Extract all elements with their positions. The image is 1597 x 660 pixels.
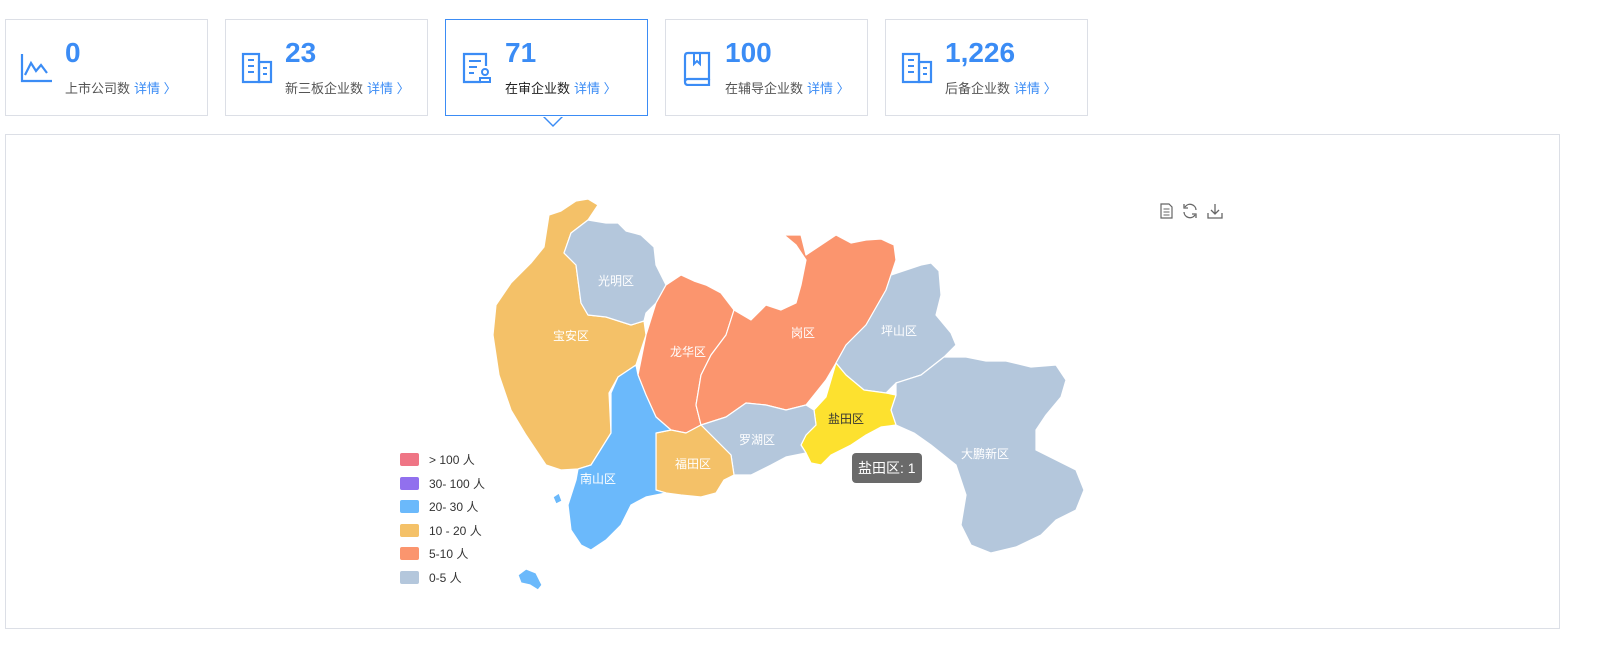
legend-swatch <box>400 547 419 560</box>
stat-count: 100 <box>725 37 772 68</box>
stat-count: 1,226 <box>945 37 1016 68</box>
stat-card-reserve[interactable]: 1,226 后备企业数 详情 〉 <box>885 19 1088 116</box>
stat-card-under-review[interactable]: 71 在审企业数 详情 〉 <box>445 19 648 116</box>
stat-label: 后备企业数 <box>945 81 1011 96</box>
stat-count: 0 <box>65 37 81 68</box>
stat-label: 上市公司数 <box>65 81 131 96</box>
island-small <box>552 492 563 505</box>
district-label: 福田区 <box>675 456 711 471</box>
building-icon <box>901 52 933 84</box>
district-label: 盐田区 <box>828 412 864 426</box>
stat-card-counseling[interactable]: 100 在辅导企业数 详情 〉 <box>665 19 868 116</box>
legend-swatch <box>400 500 419 513</box>
stat-count: 23 <box>285 37 317 68</box>
stat-card-neeq[interactable]: 23 新三板企业数 详情 〉 <box>225 19 428 116</box>
legend-swatch <box>400 523 419 537</box>
stat-count: 71 <box>505 37 537 68</box>
district-label: 南山区 <box>580 471 616 486</box>
download-icon[interactable] <box>1205 201 1225 221</box>
stat-card-listed[interactable]: 0 上市公司数 详情 〉 <box>5 19 208 116</box>
detail-link[interactable]: 详情 〉 <box>367 81 410 96</box>
stat-label: 在辅导企业数 <box>725 81 804 96</box>
district-label: 大鹏新区 <box>961 446 1009 461</box>
detail-link[interactable]: 详情 〉 <box>1014 81 1057 96</box>
map-panel: 光明区 宝安区 龙华区 岗区 坪山区 盐田区 罗湖区 福田区 南山区 大鹏新区 … <box>5 134 1560 629</box>
chart-toolbox <box>1156 201 1225 234</box>
data-view-icon[interactable] <box>1156 201 1176 221</box>
stat-label: 新三板企业数 <box>285 81 364 96</box>
legend-swatch <box>400 476 419 490</box>
stat-label: 在审企业数 <box>505 81 571 96</box>
book-icon <box>683 51 711 86</box>
district-label: 宝安区 <box>553 328 589 343</box>
building-icon <box>241 52 273 84</box>
island-neilingding <box>517 568 543 591</box>
district-label: 岗区 <box>791 326 815 340</box>
shenzhen-district-map: 光明区 宝安区 龙华区 岗区 坪山区 盐田区 罗湖区 福田区 南山区 大鹏新区 <box>492 198 1085 591</box>
detail-link[interactable]: 详情 〉 <box>807 81 850 96</box>
district-label: 罗湖区 <box>739 432 775 447</box>
detail-link[interactable]: 详情 〉 <box>574 81 617 96</box>
line-chart-icon <box>20 54 52 83</box>
district-label: 龙华区 <box>670 345 706 359</box>
district-label: 光明区 <box>598 274 634 288</box>
legend-swatch <box>400 453 419 466</box>
document-stamp-icon <box>462 52 491 84</box>
detail-link[interactable]: 详情 〉 <box>134 81 177 96</box>
map-tooltip: 盐田区: 1 <box>852 453 922 483</box>
district-label: 坪山区 <box>881 324 917 338</box>
restore-icon[interactable] <box>1180 201 1200 221</box>
legend-swatch <box>400 570 419 584</box>
